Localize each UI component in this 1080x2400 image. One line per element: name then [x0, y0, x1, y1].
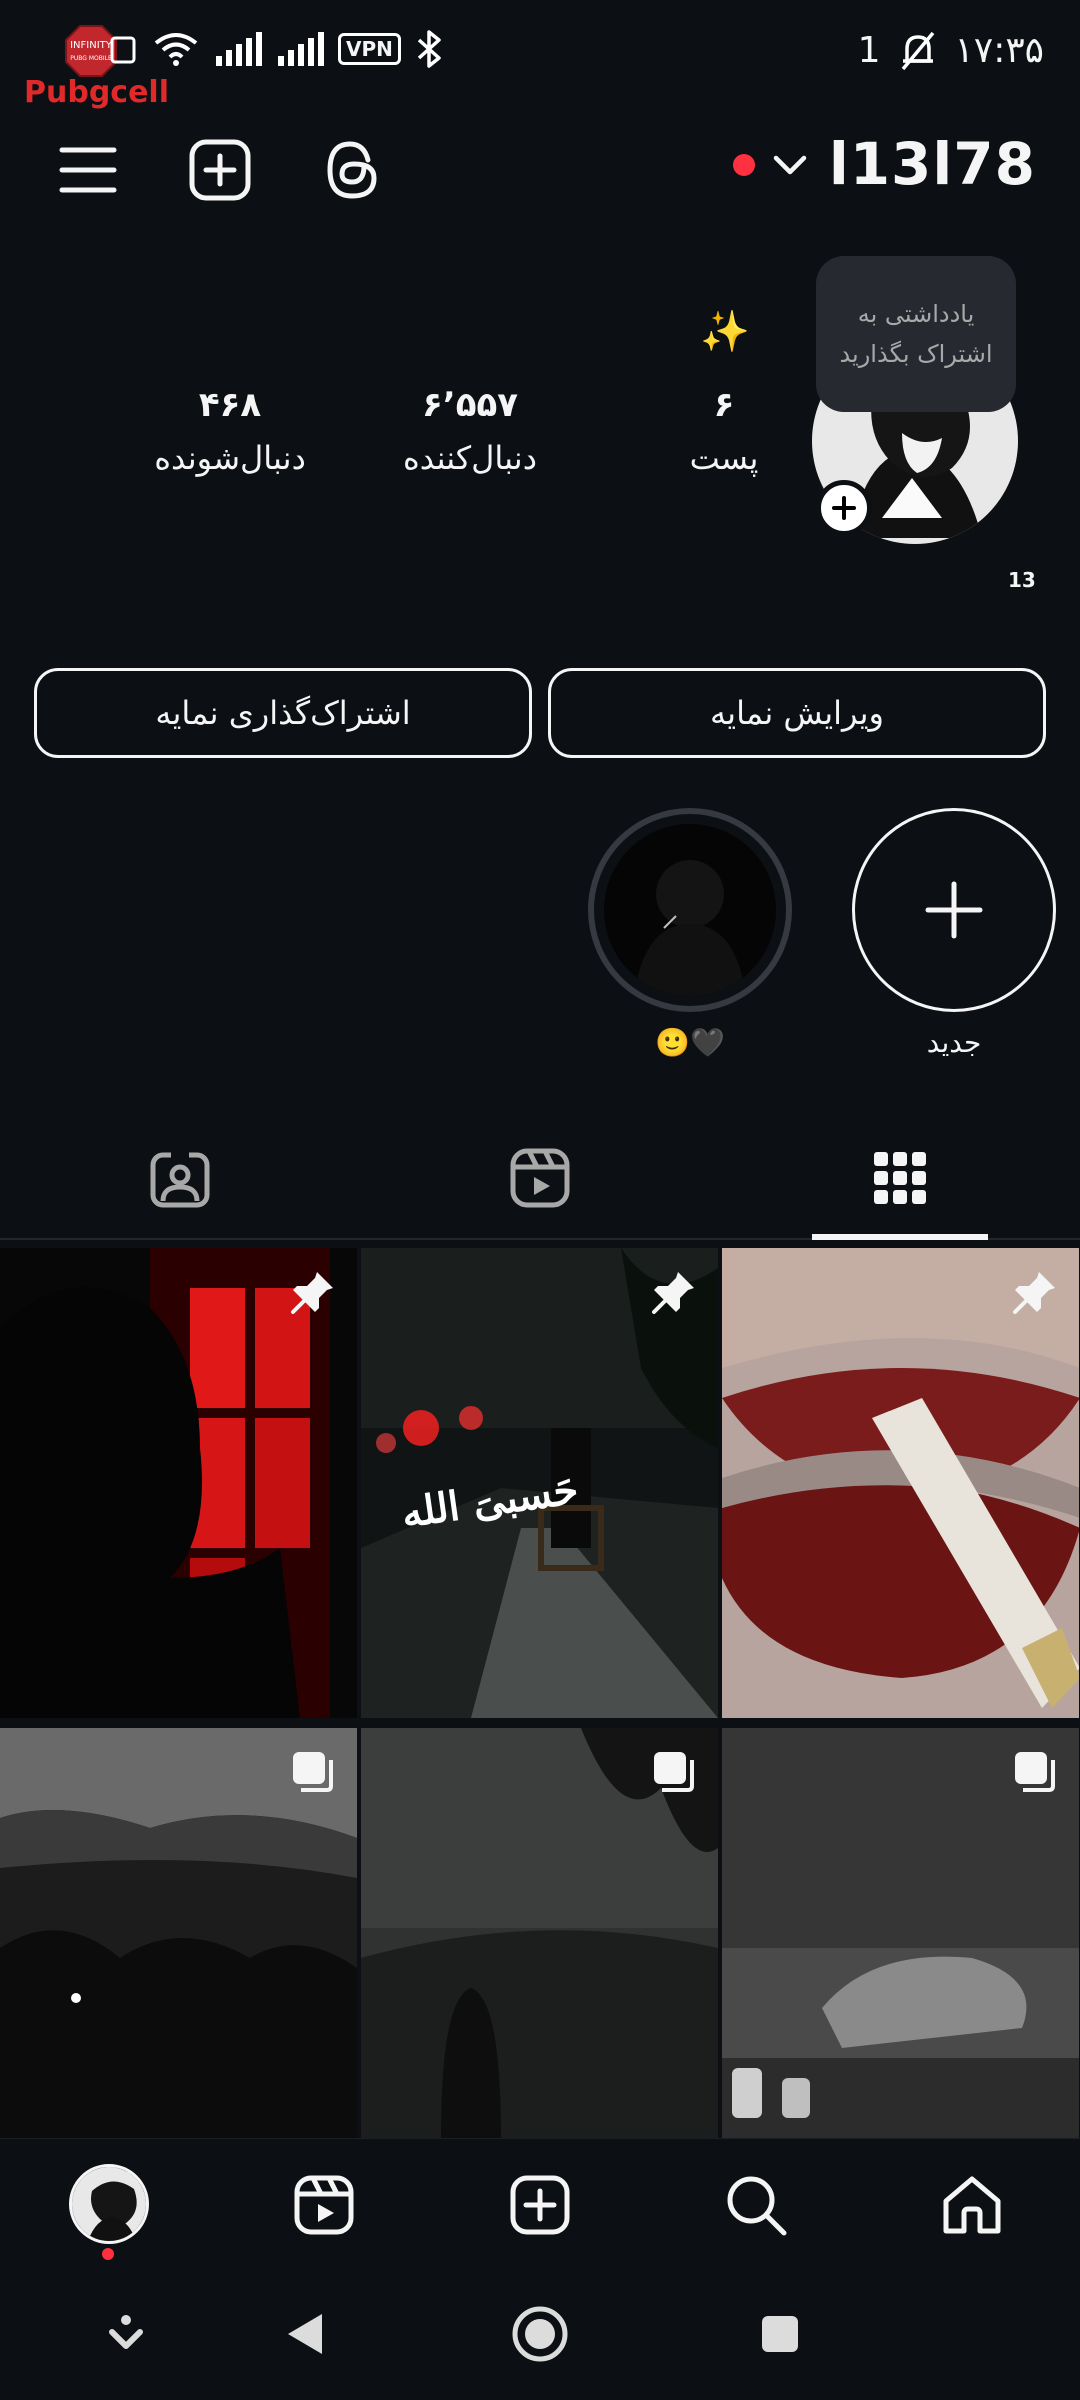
reels-icon: [294, 2175, 354, 2235]
create-button[interactable]: [184, 134, 256, 206]
threads-button[interactable]: [316, 134, 388, 206]
download-arrow-icon: [109, 2315, 143, 2349]
plus-icon: [832, 496, 856, 520]
threads-icon: [327, 141, 377, 199]
active-tab-indicator: [812, 1234, 988, 1240]
pin-icon: [1013, 1272, 1055, 1314]
post-tile-6[interactable]: [722, 1728, 1079, 2138]
live-indicator-dot: [733, 154, 755, 176]
nav-home[interactable]: [934, 2167, 1010, 2243]
story-highlight-image: [604, 824, 776, 996]
notification-count: 1: [857, 30, 881, 71]
bottom-navigation: [0, 2138, 1080, 2268]
chevron-down-icon[interactable]: [768, 142, 812, 186]
following-count: ۴۶۸: [198, 385, 262, 425]
system-navigation-bar: [0, 2268, 1080, 2400]
clock: ۱۷:۳۵: [954, 30, 1044, 71]
menu-button[interactable]: [52, 134, 124, 206]
following-stat[interactable]: ۴۶۸ دنبال‌شونده: [130, 385, 330, 477]
post-tile-4[interactable]: [0, 1728, 357, 2138]
highlight-new[interactable]: جدید: [850, 808, 1058, 1059]
followers-count: ۶٬۵۵۷: [422, 385, 518, 425]
nav-profile-avatar: [69, 2164, 149, 2244]
profile-notification-dot: [102, 2248, 114, 2260]
posts-grid: حَسبیَ الله: [0, 1248, 1080, 2138]
nav-search[interactable]: [718, 2167, 794, 2243]
note-bubble[interactable]: یادداشتی به اشتراک بگذارید: [816, 256, 1016, 412]
new-highlight-circle[interactable]: [852, 808, 1056, 1012]
vpn-icon: VPN: [338, 33, 401, 65]
sys-assist-button[interactable]: [96, 2304, 156, 2364]
bluetooth-icon: [417, 30, 441, 68]
add-square-icon: [189, 139, 251, 201]
bell-muted-icon: [901, 31, 934, 70]
post-tile-2[interactable]: حَسبیَ الله: [361, 1248, 718, 1718]
post-image-red-window: [0, 1248, 357, 1718]
grid-icon: [874, 1152, 926, 1204]
reels-icon: [510, 1148, 570, 1208]
sys-home-button[interactable]: [510, 2304, 570, 2364]
home-icon: [943, 2176, 1001, 2234]
signal-icon-2: [278, 32, 324, 66]
tab-reels[interactable]: [504, 1142, 576, 1214]
story-highlight-label: 🖤🙂: [655, 1026, 725, 1059]
carousel-icon: [654, 1752, 694, 1792]
side-number: 13: [1008, 568, 1036, 592]
post-tile-5[interactable]: [361, 1728, 718, 2138]
story-highlight-circle[interactable]: [588, 808, 792, 1012]
carousel-icon: [293, 1752, 333, 1792]
status-icons-right: 1 ۱۷:۳۵: [858, 30, 1044, 71]
wifi-icon: [154, 33, 198, 66]
note-text: یادداشتی به اشتراک بگذارید: [839, 300, 993, 368]
nav-reels[interactable]: [286, 2167, 362, 2243]
add-story-badge[interactable]: [816, 480, 872, 536]
add-square-icon: [510, 2175, 570, 2235]
tab-tagged[interactable]: [144, 1142, 216, 1214]
followers-stat[interactable]: ۶٬۵۵۷ دنبال‌کننده: [370, 385, 570, 477]
edit-profile-button[interactable]: ویرایش نمایه: [548, 668, 1046, 758]
profile-tabs: [0, 1118, 1080, 1240]
post-image-lips-cigarette: [722, 1248, 1079, 1718]
pin-icon: [291, 1272, 333, 1314]
hamburger-menu-icon: [59, 147, 117, 193]
nav-profile[interactable]: [66, 2161, 152, 2247]
carousel-icon: [1015, 1752, 1055, 1792]
pubgcell-logo-text: Pubgcell: [24, 75, 169, 110]
svg-text:INFINITY: INFINITY: [70, 40, 113, 51]
posts-count: ۶: [713, 385, 735, 425]
username-title[interactable]: l13l78: [829, 130, 1036, 198]
post-tile-3[interactable]: [722, 1248, 1079, 1718]
sys-recents-button[interactable]: [750, 2304, 810, 2364]
status-icons-left: VPN: [110, 30, 445, 68]
recents-square-icon: [762, 2316, 798, 2352]
signal-icon: [216, 32, 262, 66]
battery-icon: [110, 36, 136, 64]
bio-sparkle: ✨: [700, 309, 750, 355]
back-triangle-icon: [288, 2314, 322, 2354]
following-label: دنبال‌شونده: [154, 439, 306, 477]
svg-text:PUBG MOBILE: PUBG MOBILE: [70, 55, 112, 62]
profile-top-bar: l13l78: [0, 120, 1080, 220]
new-highlight-label: جدید: [926, 1026, 982, 1059]
posts-stat[interactable]: ۶ پست: [624, 385, 824, 477]
highlight-story[interactable]: 🖤🙂: [586, 808, 794, 1059]
plus-icon: [925, 881, 983, 939]
tab-grid[interactable]: [864, 1142, 936, 1214]
home-circle-icon: [512, 2306, 568, 2362]
status-bar: INFINITY PUBG MOBILE Pubgcell VPN 1 ۱۷:۳…: [0, 0, 1080, 120]
search-icon: [727, 2176, 787, 2236]
share-profile-button[interactable]: اشتراک‌گذاری نمایه: [34, 668, 532, 758]
followers-label: دنبال‌کننده: [403, 439, 537, 477]
post-tile-1[interactable]: [0, 1248, 357, 1718]
sys-back-button[interactable]: [274, 2304, 334, 2364]
tagged-person-icon: [150, 1152, 210, 1208]
posts-label: پست: [689, 439, 759, 477]
nav-create[interactable]: [502, 2167, 578, 2243]
pin-icon: [652, 1272, 694, 1314]
